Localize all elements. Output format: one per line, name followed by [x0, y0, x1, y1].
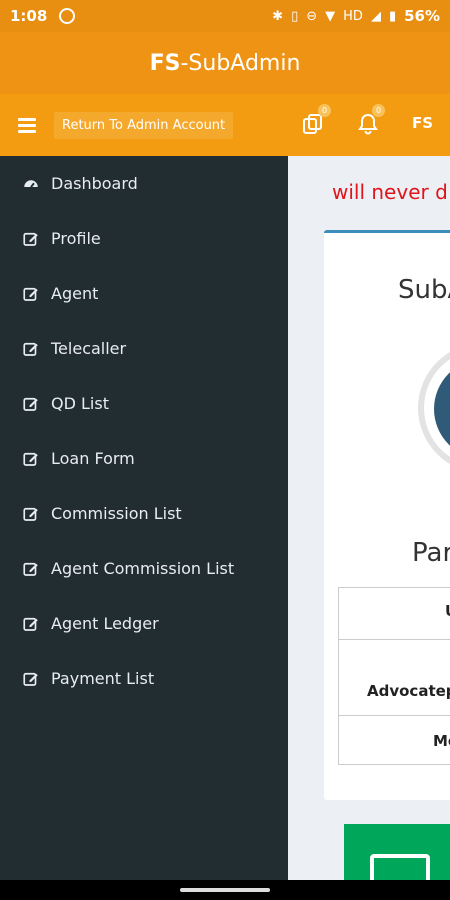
credit-card-icon [370, 854, 430, 880]
sidebar-item-telecaller[interactable]: Telecaller [0, 321, 288, 376]
sidebar-item-label: QD List [51, 394, 109, 413]
table-row: U [339, 588, 450, 640]
sidebar-item-loan-form[interactable]: Loan Form [0, 431, 288, 486]
return-to-admin-button[interactable]: Return To Admin Account [54, 111, 234, 139]
wifi-icon: ▼ [325, 8, 336, 24]
sidebar-item-commission-list[interactable]: Commission List [0, 486, 288, 541]
sidebar-item-dashboard[interactable]: Dashboard [0, 156, 288, 211]
warning-text: will never d [332, 180, 448, 204]
edit-icon [22, 230, 40, 248]
user-menu[interactable]: FS [412, 114, 433, 132]
notification-badge: 0 [318, 104, 331, 117]
edit-icon [22, 340, 40, 358]
payment-widget[interactable] [344, 824, 450, 880]
home-gesture-bar[interactable] [180, 888, 270, 892]
card-title: SubA [398, 275, 450, 305]
edit-icon [22, 450, 40, 468]
sidebar-item-label: Agent Commission List [51, 559, 235, 578]
sidebar-item-label: Loan Form [51, 449, 135, 468]
table-row: Me [433, 732, 450, 750]
app-title-rest: -SubAdmin [180, 50, 301, 76]
info-table: U Advocatepa Me [338, 587, 450, 765]
status-icons: ✱ ▯ ⊖ ▼ HD ◢ ▮ 56% [272, 7, 440, 25]
profile-card: SubA Par U Advocatepa Me [324, 230, 450, 800]
network-label: HD [343, 8, 363, 24]
card-name: Par [412, 538, 450, 568]
app-title: FS -SubAdmin [0, 32, 450, 94]
sidebar-item-label: Profile [51, 229, 101, 248]
sidebar-item-agent-ledger[interactable]: Agent Ledger [0, 596, 288, 651]
menu-icon[interactable] [18, 117, 36, 133]
system-nav-bar [0, 880, 450, 900]
status-bar: 1:08 ✱ ▯ ⊖ ▼ HD ◢ ▮ 56% [0, 0, 450, 32]
sidebar-item-label: Payment List [51, 669, 155, 688]
sidebar-item-label: Telecaller [51, 339, 127, 358]
edit-icon [22, 615, 40, 633]
main-content: will never d SubA Par U Advocatepa Me [288, 156, 450, 880]
notification-badge: 0 [372, 104, 385, 117]
edit-icon [22, 505, 40, 523]
toolbar: Return To Admin Account [0, 94, 450, 156]
sidebar-item-label: Commission List [51, 504, 182, 523]
sidebar: Dashboard Profile Agent Telecaller QD Li… [0, 156, 288, 880]
sidebar-item-agent[interactable]: Agent [0, 266, 288, 321]
edit-icon [22, 560, 40, 578]
sidebar-item-qd-list[interactable]: QD List [0, 376, 288, 431]
sidebar-item-agent-commission-list[interactable]: Agent Commission List [0, 541, 288, 596]
bluetooth-icon: ✱ [272, 8, 284, 24]
dnd-icon: ⊖ [306, 8, 318, 24]
edit-icon [22, 670, 40, 688]
sidebar-item-label: Dashboard [51, 174, 138, 193]
app-title-bold: FS [149, 50, 181, 76]
sync-icon [59, 8, 76, 24]
sidebar-item-profile[interactable]: Profile [0, 211, 288, 266]
battery-percent: 56% [404, 7, 440, 25]
edit-icon [22, 395, 40, 413]
table-row: Advocatepa [339, 640, 450, 716]
sidebar-item-label: Agent Ledger [51, 614, 159, 633]
dashboard-icon [22, 175, 40, 193]
battery-icon: ▮ [388, 8, 397, 24]
signal-icon: ◢ [370, 8, 381, 24]
status-time: 1:08 [10, 7, 48, 25]
sidebar-item-label: Agent [51, 284, 99, 303]
sidebar-item-payment-list[interactable]: Payment List [0, 651, 288, 706]
edit-icon [22, 285, 40, 303]
avatar [418, 343, 450, 473]
vibrate-icon: ▯ [291, 8, 299, 24]
